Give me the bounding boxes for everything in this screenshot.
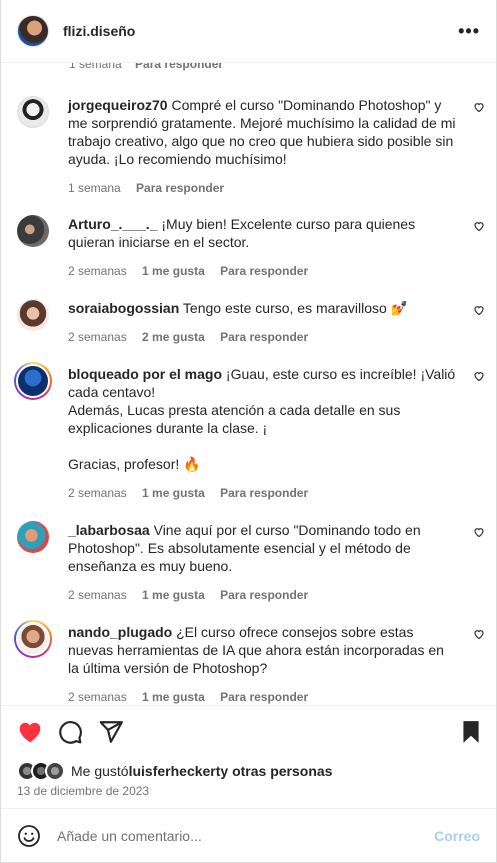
avatar[interactable] bbox=[17, 215, 49, 247]
comment-text: Arturo_.___._ ¡Muy bien! Excelente curso… bbox=[68, 216, 416, 250]
comment-username[interactable]: jorgequeiroz70 bbox=[68, 97, 168, 113]
comment-text: bloqueado por el mago ¡Guau, este curso … bbox=[68, 366, 456, 472]
comment-likes[interactable]: 1 me gusta bbox=[142, 690, 205, 704]
comment-text: soraiabogossian Tengo este curso, es mar… bbox=[68, 300, 409, 316]
heart-outline-icon[interactable] bbox=[473, 526, 485, 538]
comment-composer: Correo bbox=[1, 809, 496, 862]
avatar[interactable] bbox=[17, 299, 49, 331]
likes-summary[interactable]: Me gustóluisferheckerty otras personas bbox=[17, 760, 332, 782]
post-date: 13 de diciembre de 2023 bbox=[17, 784, 150, 798]
comment-item: jorgequeiroz70 Compré el curso "Dominand… bbox=[17, 96, 487, 195]
post-comment-button[interactable]: Correo bbox=[434, 828, 480, 844]
comment-meta: 1 semana Para responder bbox=[68, 181, 458, 195]
comment-meta: 2 semanas 1 me gusta Para responder bbox=[68, 690, 458, 704]
comment-meta: 2 semanas 2 me gusta Para responder bbox=[68, 330, 458, 344]
comment-meta: 2 semanas 1 me gusta Para responder bbox=[68, 588, 458, 602]
comment-time: 2 semanas bbox=[68, 264, 127, 278]
author-avatar[interactable] bbox=[17, 15, 49, 47]
comment-likes[interactable]: 2 me gusta bbox=[142, 330, 205, 344]
comment-time: 2 semanas bbox=[68, 690, 127, 704]
comment-input[interactable] bbox=[57, 828, 417, 844]
reply-button[interactable]: Para responder bbox=[220, 690, 308, 704]
emoji-icon[interactable] bbox=[17, 824, 41, 848]
heart-filled-icon[interactable] bbox=[17, 719, 43, 745]
avatar[interactable] bbox=[17, 96, 49, 128]
post-panel: 1 semana Para responder jorgequeiroz70 C… bbox=[0, 0, 497, 863]
reply-button[interactable]: Para responder bbox=[220, 264, 308, 278]
share-icon[interactable] bbox=[98, 719, 124, 745]
comment-time: 2 semanas bbox=[68, 330, 127, 344]
heart-outline-icon[interactable] bbox=[473, 101, 485, 113]
comment-item: nando_plugado ¿El curso ofrece consejos … bbox=[14, 620, 487, 704]
comment-likes[interactable]: 1 me gusta bbox=[142, 264, 205, 278]
comment-text: _labarbosaa Vine aquí por el curso "Domi… bbox=[68, 522, 421, 574]
post-header: flizi.diseño ••• bbox=[1, 0, 496, 62]
liker-avatar bbox=[45, 761, 65, 781]
reply-button[interactable]: Para responder bbox=[220, 486, 308, 500]
more-horizontal-icon[interactable]: ••• bbox=[458, 22, 480, 40]
comment-icon[interactable] bbox=[57, 719, 83, 745]
action-bar bbox=[1, 716, 496, 748]
heart-outline-icon[interactable] bbox=[473, 628, 485, 640]
comment-username[interactable]: Arturo_.___._ bbox=[68, 216, 157, 232]
likes-text: Me gustóluisferheckerty otras personas bbox=[71, 763, 333, 779]
comment-username[interactable]: bloqueado por el mago bbox=[68, 366, 222, 382]
comment-meta: 2 semanas 1 me gusta Para responder bbox=[68, 264, 458, 278]
comment-username[interactable]: nando_plugado bbox=[68, 624, 172, 640]
avatar-story-ring[interactable] bbox=[14, 362, 52, 400]
reply-button[interactable]: Para responder bbox=[220, 330, 308, 344]
heart-outline-icon[interactable] bbox=[473, 304, 485, 316]
heart-outline-icon[interactable] bbox=[473, 220, 485, 232]
comment-likes[interactable]: 1 me gusta bbox=[142, 486, 205, 500]
comment-time: 2 semanas bbox=[68, 588, 127, 602]
reply-button[interactable]: Para responder bbox=[136, 181, 224, 195]
avatar[interactable] bbox=[17, 521, 49, 553]
avatar-story-ring[interactable] bbox=[14, 620, 52, 658]
header-divider bbox=[1, 62, 496, 63]
comment-item: bloqueado por el mago ¡Guau, este curso … bbox=[14, 362, 487, 500]
comment-username[interactable]: soraiabogossian bbox=[68, 300, 179, 316]
comment-username[interactable]: _labarbosaa bbox=[68, 522, 150, 538]
comment-item: Arturo_.___._ ¡Muy bien! Excelente curso… bbox=[17, 215, 487, 278]
author-username[interactable]: flizi.diseño bbox=[63, 23, 135, 39]
comment-text: jorgequeiroz70 Compré el curso "Dominand… bbox=[68, 97, 456, 167]
actions-divider bbox=[1, 705, 496, 706]
liker-username[interactable]: luisferheckert bbox=[129, 763, 221, 779]
bookmark-icon[interactable] bbox=[458, 719, 484, 745]
comment-time: 1 semana bbox=[68, 181, 121, 195]
reply-button[interactable]: Para responder bbox=[220, 588, 308, 602]
heart-outline-icon[interactable] bbox=[473, 370, 485, 382]
comment-meta: 2 semanas 1 me gusta Para responder bbox=[68, 486, 458, 500]
comment-likes[interactable]: 1 me gusta bbox=[142, 588, 205, 602]
comment-text: nando_plugado ¿El curso ofrece consejos … bbox=[68, 624, 444, 676]
comment-time: 2 semanas bbox=[68, 486, 127, 500]
comment-item: _labarbosaa Vine aquí por el curso "Domi… bbox=[17, 521, 487, 602]
comments-list[interactable]: 1 semana Para responder jorgequeiroz70 C… bbox=[1, 50, 496, 705]
comment-item: soraiabogossian Tengo este curso, es mar… bbox=[17, 299, 487, 344]
